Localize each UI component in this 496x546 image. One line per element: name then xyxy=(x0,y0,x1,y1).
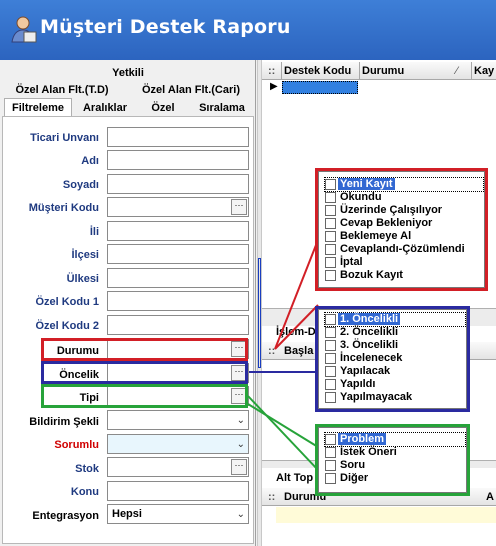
tipi-popup: Problem İstek Öneri Soru Diğer xyxy=(318,427,467,493)
checkbox[interactable] xyxy=(325,460,336,471)
checkbox[interactable] xyxy=(325,314,336,325)
checkbox[interactable] xyxy=(325,192,336,203)
checkbox[interactable] xyxy=(325,392,336,403)
checkbox[interactable] xyxy=(325,379,336,390)
checkbox[interactable] xyxy=(325,231,336,242)
checkbox[interactable] xyxy=(325,270,336,281)
checkbox[interactable] xyxy=(325,473,336,484)
checkbox[interactable] xyxy=(325,244,336,255)
durumu-option[interactable]: Yeni Kayıt xyxy=(324,177,484,192)
checkbox[interactable] xyxy=(325,340,336,351)
checkbox[interactable] xyxy=(325,353,336,364)
checkbox[interactable] xyxy=(325,447,336,458)
checkbox[interactable] xyxy=(325,434,336,445)
highlight-durumu xyxy=(41,338,248,361)
checkbox[interactable] xyxy=(325,327,336,338)
checkbox[interactable] xyxy=(325,366,336,377)
checkbox[interactable] xyxy=(325,218,336,229)
checkbox[interactable] xyxy=(325,179,336,190)
durumu-popup: Yeni Kayıt Okundu Üzerinde Çalışılıyor C… xyxy=(318,171,485,288)
oncelik-option[interactable]: 1. Öncelikli xyxy=(324,312,466,327)
checkbox[interactable] xyxy=(325,257,336,268)
checkbox[interactable] xyxy=(325,205,336,216)
tipi-option[interactable]: Problem xyxy=(324,432,466,447)
highlight-oncelik xyxy=(41,361,248,384)
highlight-tipi xyxy=(41,384,248,408)
oncelik-popup: 1. Öncelikli 2. Öncelikli 3. Öncelikli İ… xyxy=(318,309,467,409)
